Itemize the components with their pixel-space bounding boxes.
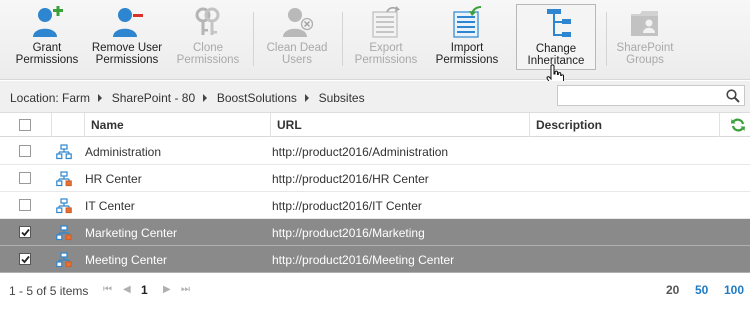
row-name[interactable]: HR Center bbox=[85, 172, 142, 186]
remove-user-permissions-label: Remove User Permissions bbox=[91, 42, 163, 66]
icon-column-header bbox=[51, 113, 84, 137]
clean-dead-users-label: Clean Dead Users bbox=[266, 42, 328, 66]
breadcrumb: Location: Farm SharePoint - 80 BoostSolu… bbox=[10, 91, 365, 105]
refresh-icon[interactable] bbox=[730, 117, 746, 133]
clean-dead-users-button[interactable]: Clean Dead Users bbox=[263, 4, 331, 72]
inheritance-icon bbox=[547, 9, 571, 37]
remove-user-icon bbox=[113, 8, 143, 37]
page-size-100[interactable]: 100 bbox=[724, 283, 744, 297]
name-column-header[interactable]: Name bbox=[84, 113, 270, 137]
grant-permissions-label: Grant Permissions bbox=[15, 42, 79, 66]
change-inheritance-button[interactable]: Change Inheritance bbox=[516, 4, 596, 70]
row-url: http://product2016/Marketing bbox=[272, 226, 425, 240]
sharepoint-groups-button[interactable]: SharePoint Groups bbox=[614, 4, 676, 72]
row-name[interactable]: Marketing Center bbox=[85, 226, 177, 240]
last-page-icon[interactable]: ⏭ bbox=[181, 284, 190, 295]
row-checkbox[interactable] bbox=[19, 253, 31, 265]
row-checkbox[interactable] bbox=[19, 145, 31, 157]
groups-icon bbox=[631, 11, 658, 36]
export-icon bbox=[372, 6, 400, 38]
current-page[interactable]: 1 bbox=[141, 283, 148, 297]
sharepoint-groups-label: SharePoint Groups bbox=[616, 42, 674, 66]
pager-info: 1 - 5 of 5 items bbox=[9, 284, 89, 298]
grid-header: Name URL Description bbox=[0, 113, 750, 137]
ribbon-divider bbox=[606, 12, 607, 66]
clean-user-icon bbox=[283, 8, 314, 37]
select-all-checkbox[interactable] bbox=[19, 119, 31, 131]
row-url: http://product2016/Administration bbox=[272, 145, 449, 159]
import-icon bbox=[453, 6, 482, 38]
pager: 1 - 5 of 5 items ⏮ ◀ 1 ▶ ⏭ 20 50 100 bbox=[0, 275, 750, 305]
keys-icon bbox=[195, 7, 220, 35]
import-permissions-button[interactable]: Import Permissions bbox=[434, 4, 500, 72]
ribbon-toolbar: Grant Permissions Remove User Permission… bbox=[0, 0, 750, 88]
search-icon[interactable] bbox=[726, 89, 740, 103]
row-checkbox[interactable] bbox=[19, 199, 31, 211]
row-checkbox[interactable] bbox=[19, 226, 31, 238]
row-url: http://product2016/IT Center bbox=[272, 199, 422, 213]
refresh-column bbox=[719, 113, 750, 137]
clone-permissions-label: Clone Permissions bbox=[176, 42, 240, 66]
ribbon-divider bbox=[253, 12, 254, 66]
site-hierarchy-icon bbox=[56, 171, 72, 187]
page-size-50[interactable]: 50 bbox=[695, 283, 708, 297]
ribbon-divider bbox=[342, 12, 343, 66]
import-permissions-label: Import Permissions bbox=[435, 42, 499, 66]
description-column-header[interactable]: Description bbox=[529, 113, 719, 137]
table-row[interactable]: Marketing Center http://product2016/Marke… bbox=[0, 219, 750, 246]
remove-user-permissions-button[interactable]: Remove User Permissions bbox=[91, 4, 163, 72]
export-permissions-button[interactable]: Export Permissions bbox=[352, 4, 420, 72]
next-page-icon[interactable]: ▶ bbox=[163, 284, 171, 295]
breadcrumb-arrow-icon bbox=[305, 94, 310, 102]
clone-permissions-button[interactable]: Clone Permissions bbox=[175, 4, 241, 72]
export-permissions-label: Export Permissions bbox=[354, 42, 418, 66]
breadcrumb-item-boostsolutions[interactable]: BoostSolutions bbox=[217, 91, 297, 105]
grant-user-icon bbox=[33, 6, 63, 37]
url-column-header[interactable]: URL bbox=[270, 113, 529, 137]
breadcrumb-item-subsites[interactable]: Subsites bbox=[319, 91, 365, 105]
breadcrumb-arrow-icon bbox=[98, 94, 103, 102]
breadcrumb-prefix: Location: bbox=[10, 91, 59, 105]
breadcrumb-arrow-icon bbox=[203, 94, 208, 102]
table-row[interactable]: Meeting Center http://product2016/Meeting… bbox=[0, 246, 750, 273]
prev-page-icon[interactable]: ◀ bbox=[123, 284, 131, 295]
first-page-icon[interactable]: ⏮ bbox=[103, 284, 112, 295]
row-name[interactable]: Administration bbox=[85, 145, 161, 159]
site-hierarchy-icon bbox=[56, 225, 72, 241]
page-size-20[interactable]: 20 bbox=[666, 283, 679, 297]
site-hierarchy-icon bbox=[56, 144, 72, 160]
row-url: http://product2016/HR Center bbox=[272, 172, 429, 186]
row-name[interactable]: Meeting Center bbox=[85, 253, 167, 267]
breadcrumb-item-sharepoint-80[interactable]: SharePoint - 80 bbox=[112, 91, 195, 105]
row-checkbox[interactable] bbox=[19, 172, 31, 184]
table-row[interactable]: IT Center http://product2016/IT Center bbox=[0, 192, 750, 219]
row-name[interactable]: IT Center bbox=[85, 199, 135, 213]
row-url: http://product2016/Meeting Center bbox=[272, 253, 455, 267]
table-row[interactable]: Administration http://product2016/Adminis… bbox=[0, 138, 750, 165]
grant-permissions-button[interactable]: Grant Permissions bbox=[14, 4, 80, 72]
site-hierarchy-icon bbox=[56, 198, 72, 214]
table-row[interactable]: HR Center http://product2016/HR Center bbox=[0, 165, 750, 192]
breadcrumb-item-farm[interactable]: Farm bbox=[62, 91, 90, 105]
search-input[interactable] bbox=[557, 85, 745, 106]
site-hierarchy-icon bbox=[56, 252, 72, 268]
